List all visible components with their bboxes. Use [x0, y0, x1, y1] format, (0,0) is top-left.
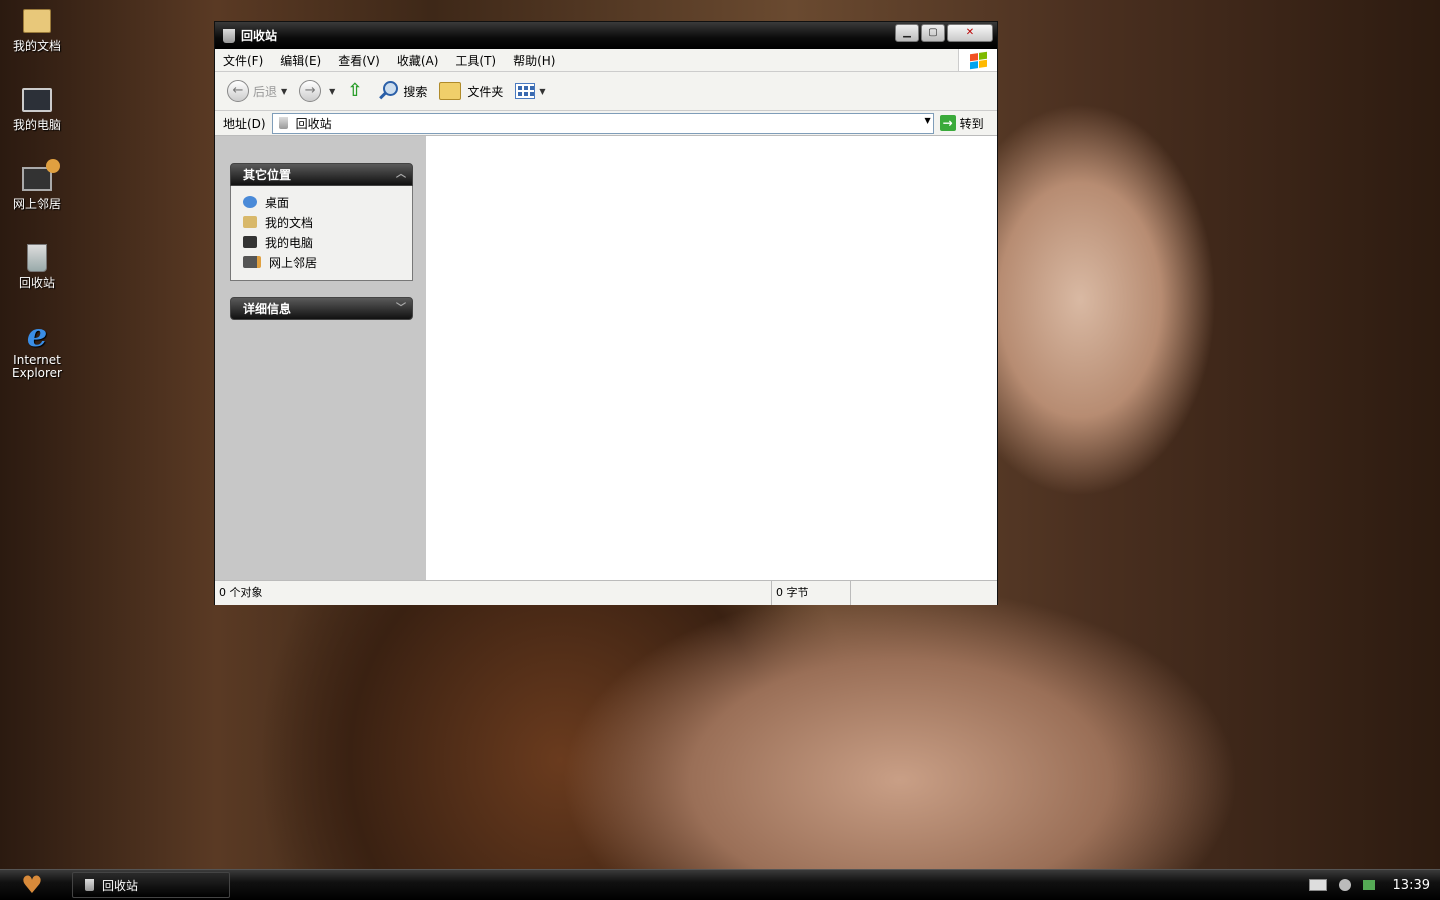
maximize-button[interactable]: ▢ [921, 23, 945, 42]
recycle-bin-icon [223, 28, 235, 43]
menu-edit[interactable]: 编辑(E) [280, 52, 321, 69]
chevron-down-icon: ▼ [539, 86, 546, 96]
go-label: 转到 [959, 116, 984, 131]
computer-icon [22, 85, 52, 115]
place-my-documents[interactable]: 我的文档 [243, 212, 412, 232]
file-list-pane[interactable] [426, 136, 997, 580]
folders-button[interactable]: 文件夹 [439, 82, 503, 100]
up-button[interactable]: ⇧ [347, 81, 365, 101]
desktop-icon-recycle-bin[interactable]: 回收站 [6, 243, 68, 290]
other-places-list: 桌面 我的文档 我的电脑 网上邻居 [230, 186, 413, 281]
address-input[interactable]: 回收站 ▼ [271, 112, 934, 134]
details-title: 详细信息 [243, 302, 292, 316]
desktop-icon-label-line2: Explorer [12, 366, 62, 380]
go-arrow-icon: → [939, 115, 956, 131]
other-places-title: 其它位置 [243, 168, 292, 182]
taskbar-item-recycle-bin[interactable]: 回收站 [72, 872, 230, 898]
chevron-down-icon[interactable]: ▼ [329, 87, 335, 96]
chevron-down-icon[interactable]: ﹀ [396, 298, 406, 320]
desktop-icon-label: 我的电脑 [12, 118, 61, 132]
folder-icon [243, 216, 257, 228]
network-icon [22, 159, 60, 194]
address-label: 地址(D) [223, 116, 266, 131]
desktop-icon-my-documents[interactable]: 我的文档 [6, 6, 68, 53]
start-button[interactable]: ♥ [16, 871, 48, 899]
menu-bar: 文件(F) 编辑(E) 查看(V) 收藏(A) 工具(T) 帮助(H) [215, 49, 997, 72]
toolbar: ← 后退 ▼ → ▼ ⇧ 搜索 文件夹 ▼ [215, 72, 997, 111]
details-group: 详细信息 ﹀ [230, 297, 413, 320]
place-label: 网上邻居 [269, 255, 318, 270]
desktop-icon-label: 回收站 [18, 276, 55, 290]
chevron-up-icon[interactable]: ︿ [396, 164, 406, 186]
other-places-header[interactable]: 其它位置 ︿ [230, 163, 413, 186]
place-network[interactable]: 网上邻居 [243, 252, 412, 272]
internet-explorer-icon: e [26, 316, 48, 354]
folder-icon [22, 6, 52, 36]
volume-icon[interactable] [1338, 879, 1351, 891]
menu-view[interactable]: 查看(V) [338, 52, 380, 69]
chevron-down-icon[interactable]: ▼ [924, 116, 930, 125]
desktop-icon-network[interactable]: 网上邻居 [6, 159, 68, 211]
recycle-bin-icon [278, 117, 288, 129]
menu-favorites[interactable]: 收藏(A) [397, 52, 439, 69]
forward-button[interactable]: → ▼ [299, 80, 335, 102]
menu-file[interactable]: 文件(F) [223, 52, 263, 69]
desktop-icon-my-computer[interactable]: 我的电脑 [6, 85, 68, 132]
search-icon [377, 80, 399, 102]
folder-up-icon: ⇧ [347, 80, 363, 101]
task-pane: 其它位置 ︿ 桌面 我的文档 我的电脑 网上邻居 详细信息 ﹀ [215, 136, 426, 580]
place-label: 我的文档 [265, 215, 314, 230]
back-label: 后退 [253, 84, 278, 99]
computer-icon [243, 236, 257, 248]
desktop-icon-internet-explorer[interactable]: e Internet Explorer [6, 316, 68, 380]
taskbar: ♥ 回收站 13:39 [0, 869, 1440, 900]
desktop-icon-label: 我的文档 [12, 39, 61, 53]
recycle-bin-window: 回收站 ▁ ▢ ✕ 文件(F) 编辑(E) 查看(V) 收藏(A) 工具(T) … [214, 21, 998, 605]
taskbar-item-label: 回收站 [102, 878, 139, 893]
go-button[interactable]: → 转到 [939, 115, 984, 132]
windows-logo-icon [958, 49, 997, 71]
address-bar: 地址(D) 回收站 ▼ → 转到 [215, 111, 997, 136]
network-icon [243, 256, 261, 268]
desktop-icon [243, 196, 257, 208]
title-bar[interactable]: 回收站 ▁ ▢ ✕ [215, 22, 997, 49]
forward-arrow-icon: → [299, 80, 322, 102]
recycle-bin-icon [85, 879, 94, 891]
search-label: 搜索 [403, 84, 428, 99]
menu-help[interactable]: 帮助(H) [513, 52, 555, 69]
place-my-computer[interactable]: 我的电脑 [243, 232, 412, 252]
system-tray: 13:39 [1308, 878, 1440, 893]
other-places-group: 其它位置 ︿ 桌面 我的文档 我的电脑 网上邻居 [230, 163, 413, 281]
keyboard-icon[interactable] [1308, 879, 1327, 891]
recycle-bin-icon [22, 243, 52, 273]
address-value: 回收站 [295, 116, 332, 131]
status-size: 0 字节 [772, 581, 851, 605]
menu-tools[interactable]: 工具(T) [455, 52, 496, 69]
back-button[interactable]: ← 后退 ▼ [227, 80, 287, 102]
search-button[interactable]: 搜索 [377, 80, 427, 102]
close-button[interactable]: ✕ [947, 23, 993, 42]
window-title: 回收站 [241, 29, 278, 43]
status-objects: 0 个对象 [215, 581, 772, 605]
back-arrow-icon: ← [227, 80, 249, 102]
minimize-button[interactable]: ▁ [895, 23, 919, 42]
views-icon [515, 83, 536, 99]
desktop-icon-label: 网上邻居 [12, 197, 61, 211]
views-button[interactable]: ▼ [515, 83, 546, 99]
heart-icon: ♥ [21, 871, 43, 899]
status-bar: 0 个对象 0 字节 [215, 580, 997, 605]
details-header[interactable]: 详细信息 ﹀ [230, 297, 413, 320]
content-area: 其它位置 ︿ 桌面 我的文档 我的电脑 网上邻居 详细信息 ﹀ [215, 136, 997, 580]
folder-icon [439, 82, 462, 100]
chevron-down-icon[interactable]: ▼ [281, 87, 287, 96]
clock[interactable]: 13:39 [1393, 878, 1430, 893]
place-label: 桌面 [265, 195, 290, 210]
place-desktop[interactable]: 桌面 [243, 192, 412, 212]
folders-label: 文件夹 [467, 84, 504, 99]
network-status-icon[interactable] [1362, 880, 1375, 890]
place-label: 我的电脑 [265, 235, 314, 250]
